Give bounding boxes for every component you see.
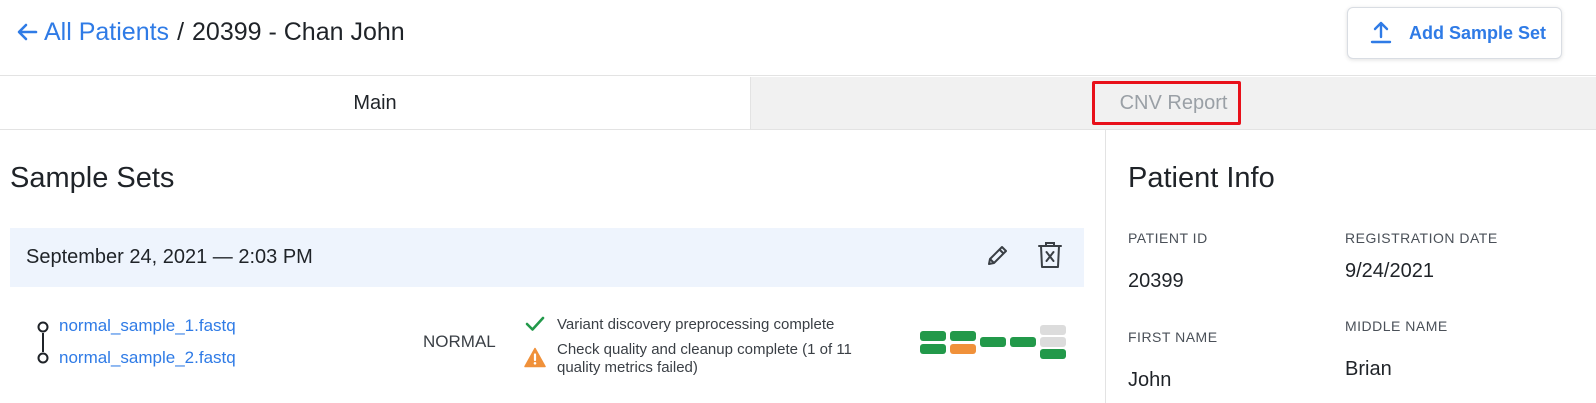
arrow-left-icon: [17, 23, 38, 41]
check-icon: [525, 316, 545, 331]
sample-set-date: September 24, 2021 — 2:03 PM: [26, 246, 313, 268]
patient-info-title: Patient Info: [1128, 162, 1275, 194]
sample-sets-title: Sample Sets: [10, 162, 175, 194]
quality-metric-bar: [1040, 349, 1066, 359]
trash-icon[interactable]: [1036, 240, 1064, 270]
quality-metric-bar: [920, 344, 946, 354]
quality-metric-bar: [920, 331, 946, 341]
file-link-2[interactable]: normal_sample_2.fastq: [59, 347, 236, 369]
tab-main[interactable]: Main: [0, 77, 751, 129]
tab-cnv-report[interactable]: CNV Report: [751, 77, 1596, 129]
column-divider: [1105, 130, 1106, 403]
upload-icon: [1370, 21, 1392, 44]
breadcrumb: All Patients / 20399 - Chan John: [16, 16, 405, 48]
file-link-1[interactable]: normal_sample_1.fastq: [59, 315, 236, 337]
patient-id-label: PATIENT ID: [1128, 230, 1208, 246]
breadcrumb-separator: /: [177, 18, 185, 46]
quality-metric-bar: [1010, 337, 1036, 347]
quality-metric-bar: [950, 331, 976, 341]
warning-icon: [524, 347, 546, 368]
add-sample-set-button[interactable]: Add Sample Set: [1347, 7, 1562, 59]
paired-files-connector: [37, 321, 49, 364]
middle-name-value: Brian: [1345, 358, 1392, 380]
quality-metric-bar: [1040, 325, 1066, 335]
pencil-icon[interactable]: [985, 242, 1011, 270]
patient-title: 20399 - Chan John: [192, 18, 405, 46]
registration-date-label: REGISTRATION DATE: [1345, 230, 1498, 246]
quality-metric-bar: [980, 337, 1006, 347]
tab-bar: Main CNV Report: [0, 77, 1596, 130]
first-name-label: FIRST NAME: [1128, 329, 1218, 345]
middle-name-label: MIDDLE NAME: [1345, 318, 1448, 334]
quality-metric-bar: [1040, 337, 1066, 347]
status-text-preprocessing: Variant discovery preprocessing complete: [557, 316, 835, 333]
back-link-label: All Patients: [44, 18, 170, 46]
quality-metric-bar: [950, 344, 976, 354]
back-to-all-patients-link[interactable]: All Patients: [16, 16, 169, 48]
add-sample-set-label: Add Sample Set: [1409, 23, 1547, 43]
first-name-value: John: [1128, 369, 1172, 391]
registration-date-value: 9/24/2021: [1345, 260, 1434, 282]
page-header: All Patients / 20399 - Chan John Add Sam…: [0, 0, 1596, 76]
status-text-quality: Check quality and cleanup complete (1 of…: [557, 341, 852, 376]
sample-type-label: NORMAL: [423, 332, 496, 351]
patient-id-value: 20399: [1128, 270, 1184, 292]
sample-set-header: September 24, 2021 — 2:03 PM: [10, 228, 1084, 287]
